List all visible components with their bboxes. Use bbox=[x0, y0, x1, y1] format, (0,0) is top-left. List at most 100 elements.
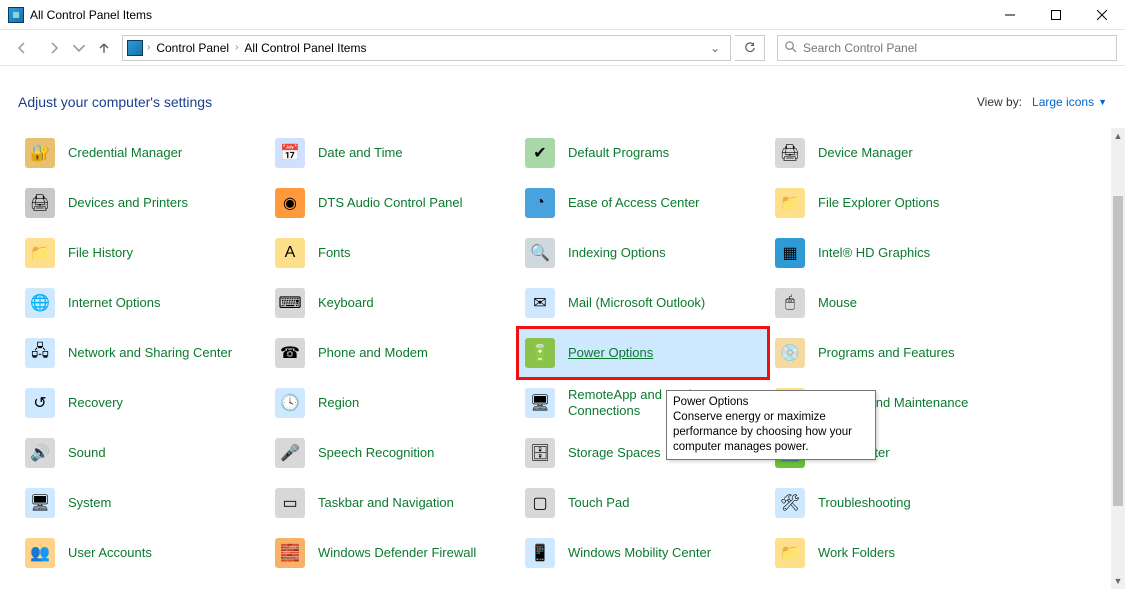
control-panel-grid: 🔐Credential Manager📅Date and Time✔Defaul… bbox=[18, 128, 1111, 578]
item-icon: 🖥 bbox=[524, 387, 556, 419]
back-button[interactable] bbox=[8, 34, 36, 62]
item-icon: ▦ bbox=[774, 237, 806, 269]
address-bar[interactable]: › Control Panel › All Control Panel Item… bbox=[122, 35, 731, 61]
control-panel-item[interactable]: ✉Mail (Microsoft Outlook) bbox=[518, 278, 768, 328]
scroll-down-button[interactable]: ▼ bbox=[1111, 573, 1125, 589]
item-label: Network and Sharing Center bbox=[68, 345, 232, 361]
address-dropdown-icon[interactable]: ⌄ bbox=[704, 41, 726, 55]
item-icon: 🛠 bbox=[774, 487, 806, 519]
item-label: Speech Recognition bbox=[318, 445, 434, 461]
content-area: 🔐Credential Manager📅Date and Time✔Defaul… bbox=[0, 128, 1111, 589]
item-label: File History bbox=[68, 245, 133, 261]
minimize-button[interactable] bbox=[987, 0, 1033, 30]
control-panel-item[interactable]: 💿Programs and Features bbox=[768, 328, 1018, 378]
control-panel-item[interactable]: 📁 File History bbox=[18, 228, 268, 278]
item-icon: 🖨 bbox=[24, 187, 56, 219]
navigation-bar: › Control Panel › All Control Panel Item… bbox=[0, 30, 1125, 66]
item-icon: 🔍 bbox=[524, 237, 556, 269]
item-icon: 📁 bbox=[774, 537, 806, 569]
control-panel-icon: ▦ bbox=[8, 7, 24, 23]
title-bar: ▦ All Control Panel Items bbox=[0, 0, 1125, 30]
item-label: Storage Spaces bbox=[568, 445, 661, 461]
item-icon: 💿 bbox=[774, 337, 806, 369]
breadcrumb-root[interactable]: Control Panel bbox=[154, 41, 231, 55]
search-input[interactable] bbox=[803, 41, 1110, 55]
item-label: Keyboard bbox=[318, 295, 374, 311]
control-panel-item[interactable]: 🔍Indexing Options bbox=[518, 228, 768, 278]
control-panel-item[interactable]: 🖨Device Manager bbox=[768, 128, 1018, 178]
control-panel-item[interactable]: 🔊Sound bbox=[18, 428, 268, 478]
control-panel-item[interactable]: 📁File Explorer Options bbox=[768, 178, 1018, 228]
item-icon: 🖱 bbox=[774, 287, 806, 319]
control-panel-item[interactable]: 🖧Network and Sharing Center bbox=[18, 328, 268, 378]
item-icon: 🌐 bbox=[24, 287, 56, 319]
item-label: Intel® HD Graphics bbox=[818, 245, 930, 261]
header-row: Adjust your computer's settings View by:… bbox=[0, 66, 1125, 136]
control-panel-item[interactable]: ▭ Taskbar and Navigation bbox=[268, 478, 518, 528]
control-panel-item[interactable]: ☎Phone and Modem bbox=[268, 328, 518, 378]
item-label: Windows Mobility Center bbox=[568, 545, 711, 561]
item-label: Taskbar and Navigation bbox=[318, 495, 454, 511]
tooltip: Power Options Conserve energy or maximiz… bbox=[666, 390, 876, 460]
control-panel-item[interactable]: ◔Ease of Access Center bbox=[518, 178, 768, 228]
control-panel-item[interactable]: 🕓Region bbox=[268, 378, 518, 428]
control-panel-item[interactable]: AFonts bbox=[268, 228, 518, 278]
refresh-button[interactable] bbox=[735, 35, 765, 61]
item-label: File Explorer Options bbox=[818, 195, 939, 211]
item-icon: ◉ bbox=[274, 187, 306, 219]
close-button[interactable] bbox=[1079, 0, 1125, 30]
item-label: DTS Audio Control Panel bbox=[318, 195, 463, 211]
item-label: Power Options bbox=[568, 345, 653, 361]
item-label: Troubleshooting bbox=[818, 495, 911, 511]
item-label: System bbox=[68, 495, 111, 511]
chevron-right-icon[interactable]: › bbox=[147, 42, 150, 53]
item-icon: 🎤 bbox=[274, 437, 306, 469]
up-button[interactable] bbox=[90, 34, 118, 62]
control-panel-item[interactable]: 🧱Windows Defender Firewall bbox=[268, 528, 518, 578]
scroll-up-button[interactable]: ▲ bbox=[1111, 128, 1125, 144]
item-icon: ⌨ bbox=[274, 287, 306, 319]
item-icon: 🔐 bbox=[24, 137, 56, 169]
item-label: Internet Options bbox=[68, 295, 161, 311]
control-panel-item[interactable]: 🔋Power Options bbox=[518, 328, 768, 378]
item-label: Phone and Modem bbox=[318, 345, 428, 361]
tooltip-title: Power Options bbox=[673, 395, 869, 410]
item-icon: A bbox=[274, 237, 306, 269]
vertical-scrollbar[interactable]: ▲ ▼ bbox=[1111, 128, 1125, 589]
item-icon: 📁 bbox=[24, 237, 56, 269]
breadcrumb-current[interactable]: All Control Panel Items bbox=[242, 41, 368, 55]
control-panel-item[interactable]: 🔐Credential Manager bbox=[18, 128, 268, 178]
control-panel-item[interactable]: 🖥System bbox=[18, 478, 268, 528]
control-panel-item[interactable]: 📱Windows Mobility Center bbox=[518, 528, 768, 578]
chevron-right-icon[interactable]: › bbox=[235, 42, 238, 53]
control-panel-item[interactable]: ⌨ Keyboard bbox=[268, 278, 518, 328]
item-icon: 🧱 bbox=[274, 537, 306, 569]
control-panel-item[interactable]: ◉ DTS Audio Control Panel bbox=[268, 178, 518, 228]
item-label: Work Folders bbox=[818, 545, 895, 561]
page-title: Adjust your computer's settings bbox=[18, 94, 212, 110]
control-panel-item[interactable]: 📅Date and Time bbox=[268, 128, 518, 178]
item-icon: ✉ bbox=[524, 287, 556, 319]
control-panel-item[interactable]: ▦ Intel® HD Graphics bbox=[768, 228, 1018, 278]
control-panel-item[interactable]: 🖱Mouse bbox=[768, 278, 1018, 328]
item-icon: ↺ bbox=[24, 387, 56, 419]
item-label: Date and Time bbox=[318, 145, 403, 161]
maximize-button[interactable] bbox=[1033, 0, 1079, 30]
search-box[interactable] bbox=[777, 35, 1117, 61]
control-panel-item[interactable]: 🎤 Speech Recognition bbox=[268, 428, 518, 478]
control-panel-item[interactable]: 🌐 Internet Options bbox=[18, 278, 268, 328]
control-panel-item[interactable]: 🖨Devices and Printers bbox=[18, 178, 268, 228]
control-panel-item[interactable]: 🛠 Troubleshooting bbox=[768, 478, 1018, 528]
control-panel-item[interactable]: ▢Touch Pad bbox=[518, 478, 768, 528]
forward-button[interactable] bbox=[40, 34, 68, 62]
item-icon: ▭ bbox=[274, 487, 306, 519]
control-panel-item[interactable]: 📁 Work Folders bbox=[768, 528, 1018, 578]
scroll-thumb[interactable] bbox=[1113, 196, 1123, 506]
control-panel-item[interactable]: ↺Recovery bbox=[18, 378, 268, 428]
view-by-select[interactable]: Large icons ▼ bbox=[1032, 95, 1107, 109]
control-panel-item[interactable]: ✔Default Programs bbox=[518, 128, 768, 178]
control-panel-item[interactable]: 👥User Accounts bbox=[18, 528, 268, 578]
recent-locations-dropdown[interactable] bbox=[72, 34, 86, 62]
tooltip-body: Conserve energy or maximize performance … bbox=[673, 411, 852, 453]
item-icon: ✔ bbox=[524, 137, 556, 169]
